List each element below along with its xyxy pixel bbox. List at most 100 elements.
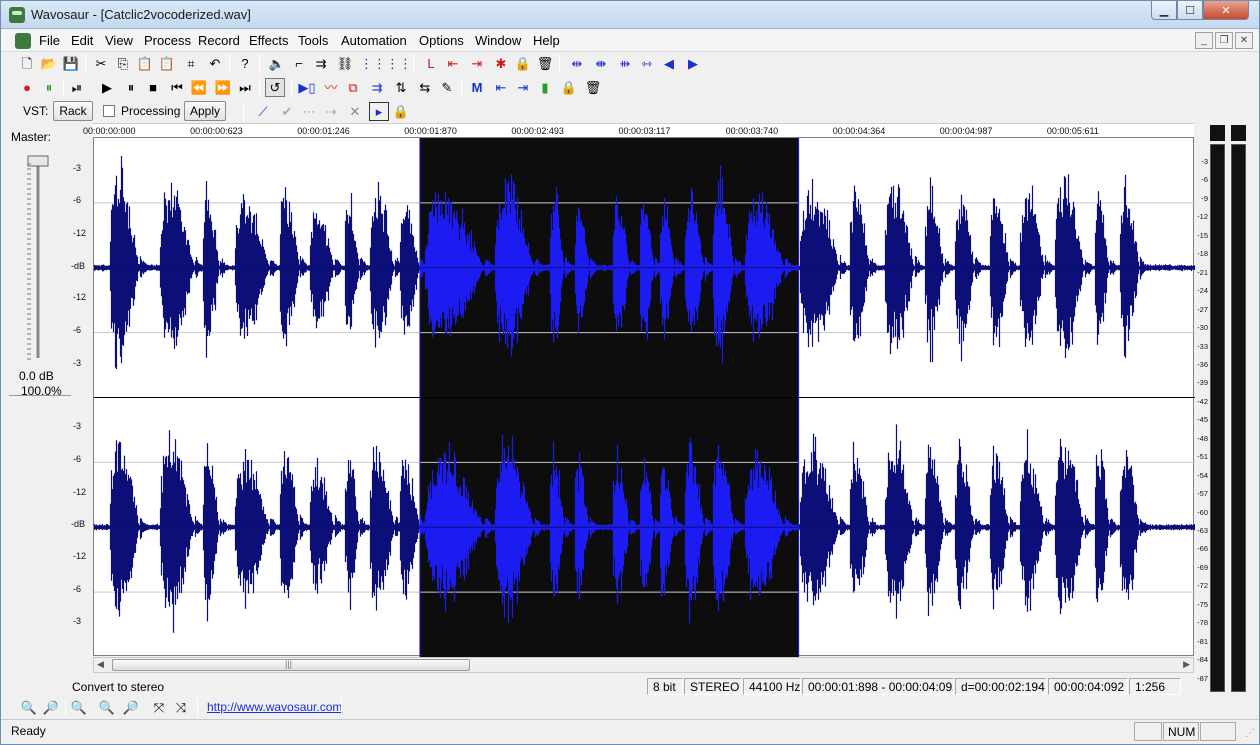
reverse-icon[interactable]: ⇆	[415, 78, 435, 97]
paste-icon[interactable]: 📋	[135, 54, 155, 73]
mdi-restore-button[interactable]: ❐	[1215, 32, 1233, 49]
cross-icon[interactable]: ✕	[345, 102, 365, 121]
master-db: 0.0 dB	[19, 369, 54, 383]
loop-start-icon[interactable]: ⌐	[289, 54, 309, 73]
open-folder-icon[interactable]: 📂	[39, 54, 59, 73]
cut-icon[interactable]: ✂	[91, 54, 111, 73]
time-ruler[interactable]: 00:00:00:000 00:00:00:623 00:00:01:246 00:0…	[83, 123, 1194, 137]
menu-file[interactable]: File	[39, 33, 60, 48]
marker-lock-icon[interactable]: 🔒	[559, 78, 579, 97]
marker-prev-icon[interactable]: ⇤	[491, 78, 511, 97]
menu-effects[interactable]: Effects	[249, 33, 289, 48]
pencil-icon[interactable]: ✎	[437, 78, 457, 97]
zoom-fit-icon[interactable]: ⤧	[149, 698, 169, 717]
crop-icon[interactable]: ⌗	[181, 54, 201, 73]
automation-points-icon[interactable]: ⋯	[299, 102, 319, 121]
website-link[interactable]: http://www.wavosaur.com	[207, 700, 342, 714]
play-icon[interactable]: ▶	[97, 78, 117, 97]
db-label: -3	[73, 358, 82, 368]
record-pause-icon[interactable]: ⏸	[39, 78, 59, 97]
zoom-in-icon[interactable]: 🔍	[19, 698, 39, 717]
duplicate-icon[interactable]: ⧉	[343, 78, 363, 97]
marker-delete-icon[interactable]: 🗑	[583, 78, 603, 97]
marker-next-icon[interactable]: ⇥	[513, 78, 533, 97]
close-button[interactable]: ✕	[1203, 1, 1249, 20]
waveform-select-icon[interactable]: ⋮⋮	[386, 54, 412, 73]
minimize-button[interactable]: ▁	[1151, 1, 1177, 20]
marker-left-icon[interactable]: ⇤	[443, 54, 463, 73]
vu-label: -72	[1197, 581, 1208, 591]
processing-checkbox[interactable]	[103, 105, 115, 117]
menu-record[interactable]: Record	[198, 33, 240, 48]
mdi-minimize-button[interactable]: _	[1195, 32, 1213, 49]
scroll-left-icon[interactable]: ◀	[97, 659, 104, 670]
automation-lock-icon[interactable]: 🔒	[391, 102, 411, 121]
menu-process[interactable]: Process	[144, 33, 191, 48]
zoom-vertical-out-icon[interactable]: 🔎	[121, 698, 141, 717]
envelope-icon[interactable]: 〰	[321, 78, 341, 97]
waveform-icon[interactable]: ⋮⋮	[360, 54, 386, 73]
automation-curve-icon[interactable]: ⟋	[253, 102, 273, 121]
menu-window[interactable]: Window	[475, 33, 521, 48]
checkmark-icon[interactable]: ✔	[277, 102, 297, 121]
go-start-icon[interactable]: ⏮	[167, 78, 187, 97]
loop-icon[interactable]: ↺	[265, 78, 285, 97]
menu-tools[interactable]: Tools	[298, 33, 328, 48]
stop-icon[interactable]: ■	[143, 78, 163, 97]
menu-options[interactable]: Options	[419, 33, 464, 48]
zoom-full-icon[interactable]: ⇿	[637, 54, 657, 73]
channel-swap-icon[interactable]: ⇅	[391, 78, 411, 97]
save-icon[interactable]: 💾	[61, 54, 81, 73]
marker-m-icon[interactable]: M	[467, 78, 487, 97]
undo-icon[interactable]: ↶	[205, 54, 225, 73]
menu-edit[interactable]: Edit	[71, 33, 93, 48]
play-cursor-icon[interactable]: ▸	[369, 102, 389, 121]
snap-icon[interactable]: ⇉	[311, 54, 331, 73]
resize-grip-icon[interactable]: ⋰	[1245, 728, 1255, 739]
document-icon[interactable]	[15, 33, 31, 49]
menu-help[interactable]: Help	[533, 33, 560, 48]
menu-view[interactable]: View	[105, 33, 133, 48]
zoom-vertical-in-icon[interactable]: 🔍	[97, 698, 117, 717]
mix-icon[interactable]: ⇉	[367, 78, 387, 97]
mdi-close-button[interactable]: ✕	[1235, 32, 1253, 49]
vu-label: -87	[1197, 673, 1208, 683]
new-file-icon[interactable]: 🗋	[17, 54, 37, 73]
speaker-icon[interactable]: 🔈	[267, 54, 287, 73]
lock-icon[interactable]: 🔒	[513, 54, 533, 73]
zoom-reset-icon[interactable]: ⤨	[171, 698, 191, 717]
marker-l-icon[interactable]: L	[421, 54, 441, 73]
copy-icon[interactable]: ⎘	[113, 54, 133, 73]
marker-right-icon[interactable]: ⇥	[467, 54, 487, 73]
help-icon[interactable]: ?	[235, 54, 255, 73]
scroll-thumb[interactable]: |||	[112, 659, 470, 671]
scroll-right-icon[interactable]: ▶	[1183, 659, 1190, 670]
nav-left-icon[interactable]: ◀	[659, 54, 679, 73]
zoom-in-wave-icon[interactable]: ⇼	[591, 54, 611, 73]
rewind-icon[interactable]: ⏪	[189, 78, 209, 97]
marker-region-icon[interactable]: ▮	[535, 78, 555, 97]
marker-split-icon[interactable]: ✱	[491, 54, 511, 73]
automation-link-icon[interactable]: ⇢	[321, 102, 341, 121]
apply-button[interactable]: Apply	[184, 101, 226, 121]
paste-mix-icon[interactable]: 📋	[157, 54, 177, 73]
play-from-start-icon[interactable]: ⏯	[67, 78, 87, 97]
link-icon[interactable]: ⛓	[335, 54, 355, 73]
horizontal-scrollbar[interactable]: ◀ ||| ▶	[93, 657, 1194, 673]
zoom-selection-icon[interactable]: 🔍	[69, 698, 89, 717]
nav-right-icon[interactable]: ▶	[683, 54, 703, 73]
go-end-icon[interactable]: ⏭	[235, 78, 255, 97]
menu-automation[interactable]: Automation	[341, 33, 407, 48]
delete-marker-icon[interactable]: 🗑	[535, 54, 555, 73]
insert-audio-icon[interactable]: ▶▯	[297, 78, 317, 97]
zoom-out-icon[interactable]: 🔎	[41, 698, 61, 717]
zoom-out-wave-icon[interactable]: ⇻	[615, 54, 635, 73]
waveform-view[interactable]	[93, 137, 1195, 657]
record-icon[interactable]: ●	[17, 78, 37, 97]
zoom-wave-icon[interactable]: ⇹	[567, 54, 587, 73]
maximize-button[interactable]: ☐	[1177, 1, 1203, 20]
rack-button[interactable]: Rack	[53, 101, 93, 121]
pause-icon[interactable]: ⏸	[121, 78, 141, 97]
vu-label: -18	[1197, 249, 1208, 259]
fast-forward-icon[interactable]: ⏩	[213, 78, 233, 97]
